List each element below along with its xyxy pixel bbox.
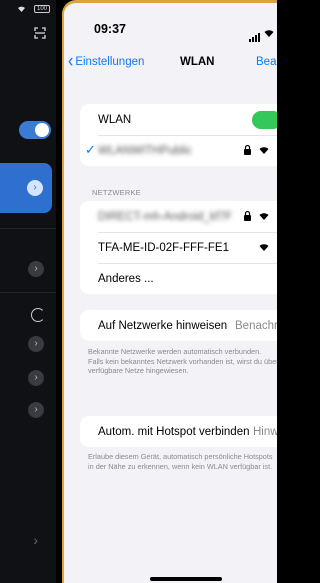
left-toggle[interactable] xyxy=(19,121,51,139)
footnote-line: Erlaube diesem Gerät, automatisch persön… xyxy=(88,452,273,461)
left-highlight-card[interactable]: › xyxy=(0,163,52,213)
hotspot-footnote: Erlaube diesem Gerät, automatisch persön… xyxy=(88,452,277,471)
network-name: DIRECT-mh-Android_kf7F xyxy=(98,210,233,223)
chevron-right-icon[interactable]: › xyxy=(28,402,44,418)
networks-section-header: NETZWERKE xyxy=(92,188,141,197)
navigation-bar: ‹ Einstellungen WLAN Bearbeiten xyxy=(64,51,277,75)
connected-network-name: WLANWITHPublic xyxy=(98,144,192,157)
battery-icon: 100 xyxy=(34,5,50,13)
wlan-toggle[interactable] xyxy=(252,111,277,129)
footnote-line: verfügbare Netze hingewiesen. xyxy=(88,366,189,375)
checkmark-icon: ✓ xyxy=(85,142,96,157)
wifi-icon xyxy=(258,211,270,223)
signal-icon xyxy=(249,33,260,42)
lock-icon xyxy=(243,210,252,221)
back-button[interactable]: ‹ Einstellungen xyxy=(68,51,145,72)
background-app-panel: 100 › › › › › › xyxy=(0,0,56,583)
footnote-line: Bekannte Netzwerke werden automatisch ve… xyxy=(88,347,262,356)
wlan-settings-screen: 09:37 ‹ Einstellungen WLAN Bearbeiten WL… xyxy=(62,0,277,583)
connected-network-row[interactable]: ✓ WLANWITHPublic xyxy=(80,135,277,166)
other-network-row[interactable]: Anderes ... xyxy=(80,263,277,294)
ask-join-row[interactable]: Auf Netzwerke hinweisen Benachrichtigen xyxy=(80,310,277,341)
network-row[interactable]: TFA-ME-ID-02F-FFF-FE1 xyxy=(80,232,277,263)
status-time: 09:37 xyxy=(94,22,126,36)
wifi-icon xyxy=(16,4,27,14)
status-bar: 09:37 xyxy=(64,22,277,42)
wifi-icon xyxy=(258,145,270,157)
footnote-line: in der Nähe zu erkennen, wenn kein WLAN … xyxy=(88,461,273,471)
hotspot-label: Autom. mit Hotspot verbinden xyxy=(98,425,250,438)
networks-group: DIRECT-mh-Android_kf7F TFA-ME-ID-02F-FFF… xyxy=(80,201,277,294)
hotspot-row[interactable]: Autom. mit Hotspot verbinden Hinweis xyxy=(80,416,277,447)
wlan-toggle-label: WLAN xyxy=(98,113,132,126)
chevron-right-icon[interactable]: › xyxy=(28,336,44,352)
hotspot-group: Autom. mit Hotspot verbinden Hinweis xyxy=(80,416,277,447)
back-label: Einstellungen xyxy=(75,56,145,68)
chevron-right-icon[interactable]: › xyxy=(33,532,38,548)
network-row[interactable]: DIRECT-mh-Android_kf7F xyxy=(80,201,277,232)
status-icons xyxy=(249,24,275,42)
refresh-icon[interactable] xyxy=(31,308,45,322)
hotspot-value: Hinweis xyxy=(253,425,277,438)
ask-join-footnote: Bekannte Netzwerke werden automatisch ve… xyxy=(88,347,277,376)
wifi-icon xyxy=(258,242,270,254)
home-indicator[interactable] xyxy=(150,577,222,581)
page-title: WLAN xyxy=(180,56,215,68)
ask-join-value: Benachrichtigen xyxy=(235,319,277,332)
chevron-right-icon: › xyxy=(27,180,43,196)
chevron-right-icon[interactable]: › xyxy=(28,370,44,386)
wifi-icon xyxy=(263,24,275,42)
divider xyxy=(0,228,56,229)
left-status-bar: 100 xyxy=(4,4,50,14)
scan-icon[interactable] xyxy=(34,27,46,39)
wlan-group: WLAN ✓ WLANWITHPublic xyxy=(80,104,277,166)
lock-icon xyxy=(243,144,252,155)
divider xyxy=(0,292,56,293)
footnote-line: Falls kein bekanntes Netzwerk vorhanden … xyxy=(88,356,277,366)
network-name: TFA-ME-ID-02F-FFF-FE1 xyxy=(98,241,229,254)
edit-button[interactable]: Bearbeiten xyxy=(256,56,277,68)
chevron-right-icon[interactable]: › xyxy=(28,261,44,277)
other-network-label: Anderes ... xyxy=(98,272,154,285)
ask-join-group: Auf Netzwerke hinweisen Benachrichtigen xyxy=(80,310,277,341)
chevron-left-icon: ‹ xyxy=(68,51,74,72)
wlan-toggle-row: WLAN xyxy=(80,104,277,135)
ask-join-label: Auf Netzwerke hinweisen xyxy=(98,319,228,332)
